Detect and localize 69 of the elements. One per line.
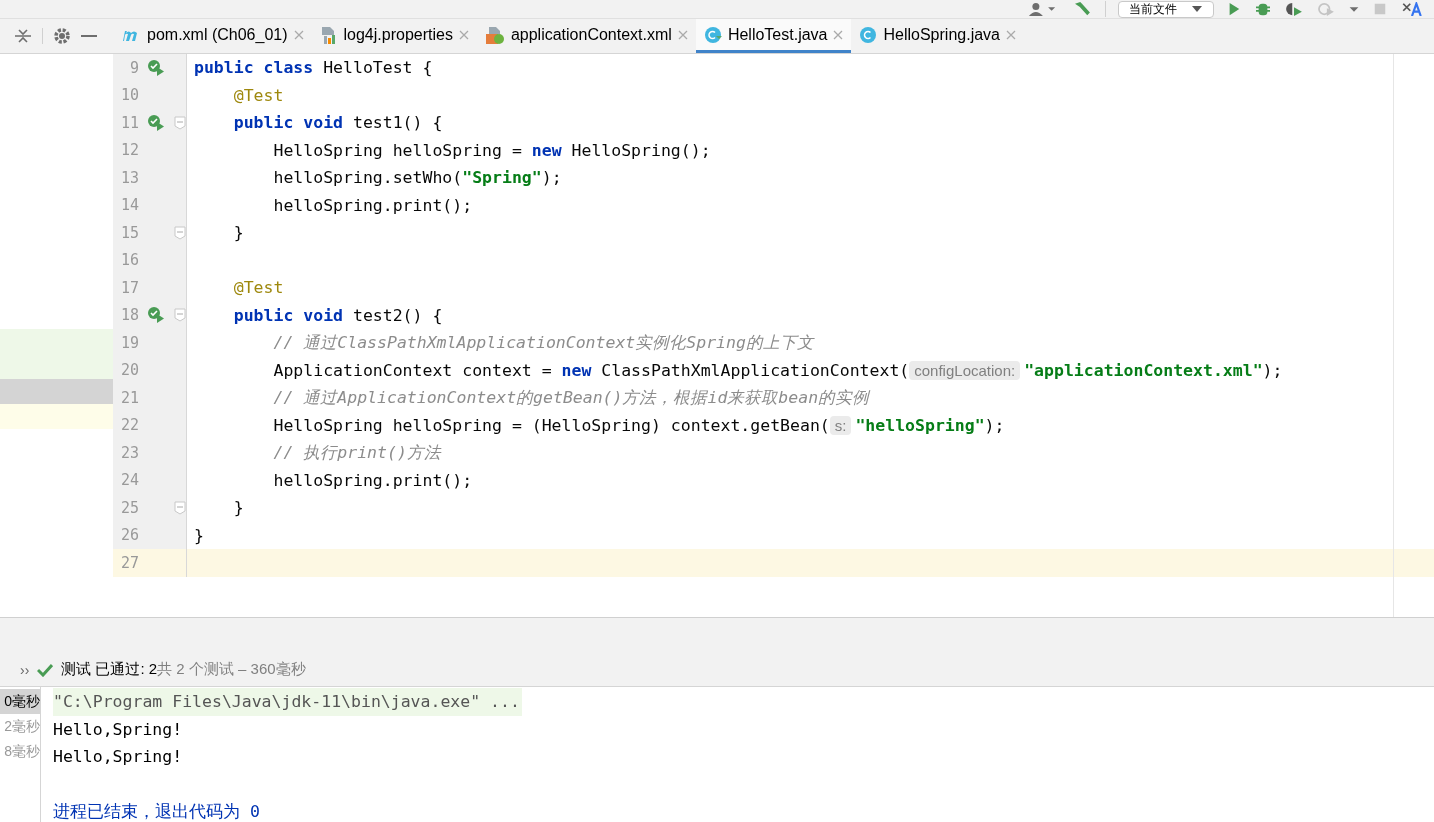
line-number: 22 — [119, 416, 139, 435]
close-icon[interactable] — [458, 29, 469, 40]
line-number: 11 — [119, 113, 139, 132]
code-line: helloSpring.print(); — [272, 195, 473, 215]
xml-file-icon — [484, 25, 505, 44]
minimize-icon[interactable] — [81, 34, 97, 38]
line-number: 13 — [119, 168, 139, 187]
code-line: public void test2() { — [232, 305, 443, 325]
code-line: // 通过ClassPathXmlApplicationContext实例化Spring的上下文 — [272, 331, 814, 354]
line-number: 9 — [128, 58, 139, 77]
fold-marker-icon[interactable] — [174, 115, 186, 130]
code-line: @Test — [232, 85, 284, 105]
test-status: 测试 已通过: 2共 2 个测试 – 360毫秒 — [61, 660, 306, 679]
line-number: 24 — [119, 471, 139, 490]
coverage-icon[interactable] — [1284, 2, 1304, 16]
line-number: 23 — [119, 443, 139, 462]
code-line: // 执行print()方法 — [272, 441, 441, 464]
code-line: public void test1() { — [232, 113, 443, 133]
code-line: // 通过ApplicationContext的getBean()方法，根据id来获取bean的实例 — [272, 386, 870, 409]
file-tab[interactable]: HelloTest.java — [695, 19, 852, 53]
line-number: 27 — [119, 553, 139, 572]
file-tab[interactable]: HelloSpring.java — [851, 19, 1024, 53]
close-icon[interactable] — [833, 29, 844, 40]
console-output: "C:\Program Files\Java\jdk-11\bin\java.exe" ... Hello,Spring! Hello,Spring! 进程已结束，退出代码为 0 — [41, 687, 522, 822]
class-icon — [703, 25, 722, 44]
line-number: 18 — [119, 306, 139, 325]
code-line: helloSpring.setWho("Spring"); — [272, 168, 562, 188]
file-tab[interactable]: log4j.properties — [311, 19, 477, 53]
code-line: HelloSpring helloSpring = (HelloSpring) context.getBean( s: "helloSpring"); — [272, 415, 1005, 435]
run-test-icon[interactable] — [147, 306, 165, 325]
code-line: helloSpring.print(); — [272, 470, 473, 490]
line-number: 12 — [119, 141, 139, 160]
code-line: ApplicationContext context = new ClassPathXmlApplicationContext( configLocation: "applicationContext.xml"); — [272, 360, 1283, 380]
properties-file-icon — [319, 25, 338, 44]
expand-button[interactable]: ›› — [20, 661, 30, 678]
caret-icon — [1191, 5, 1203, 13]
line-number: 14 — [119, 196, 139, 215]
fold-marker-icon[interactable] — [174, 500, 186, 515]
code-line: @Test — [232, 278, 284, 298]
file-tab[interactable]: pom.xml (Ch06_01) — [113, 19, 312, 53]
run-test-icon[interactable] — [147, 113, 165, 132]
line-number: 10 — [119, 86, 139, 105]
run-config-dropdown[interactable]: 当前文件 — [1118, 0, 1214, 18]
line-number: 16 — [119, 251, 139, 270]
collapse-icon[interactable] — [14, 28, 32, 44]
line-number: 19 — [119, 333, 139, 352]
code-line: } — [232, 498, 244, 518]
line-number: 15 — [119, 223, 139, 242]
line-number: 21 — [119, 388, 139, 407]
fold-marker-icon[interactable] — [174, 308, 186, 323]
run-test-icon[interactable] — [147, 58, 165, 77]
line-number: 17 — [119, 278, 139, 297]
code-line: } — [232, 223, 244, 243]
file-tab[interactable]: applicationContext.xml — [476, 19, 696, 53]
class-icon — [859, 25, 878, 44]
fold-marker-icon[interactable] — [174, 225, 186, 240]
translate-icon[interactable] — [1400, 2, 1424, 16]
code-line: HelloSpring helloSpring = new HelloSpring(); — [272, 140, 711, 160]
code-line: } — [193, 525, 204, 545]
line-number: 26 — [119, 526, 139, 545]
code-line: public class HelloTest { — [193, 58, 433, 78]
bug-icon[interactable] — [1254, 2, 1272, 16]
close-icon[interactable] — [1006, 29, 1016, 40]
close-icon[interactable] — [677, 29, 688, 40]
line-number: 20 — [119, 361, 139, 380]
close-icon[interactable] — [293, 29, 304, 40]
line-number: 25 — [119, 498, 139, 517]
settings-icon[interactable] — [53, 27, 71, 45]
test-duration[interactable]: 0毫秒 — [0, 689, 40, 714]
